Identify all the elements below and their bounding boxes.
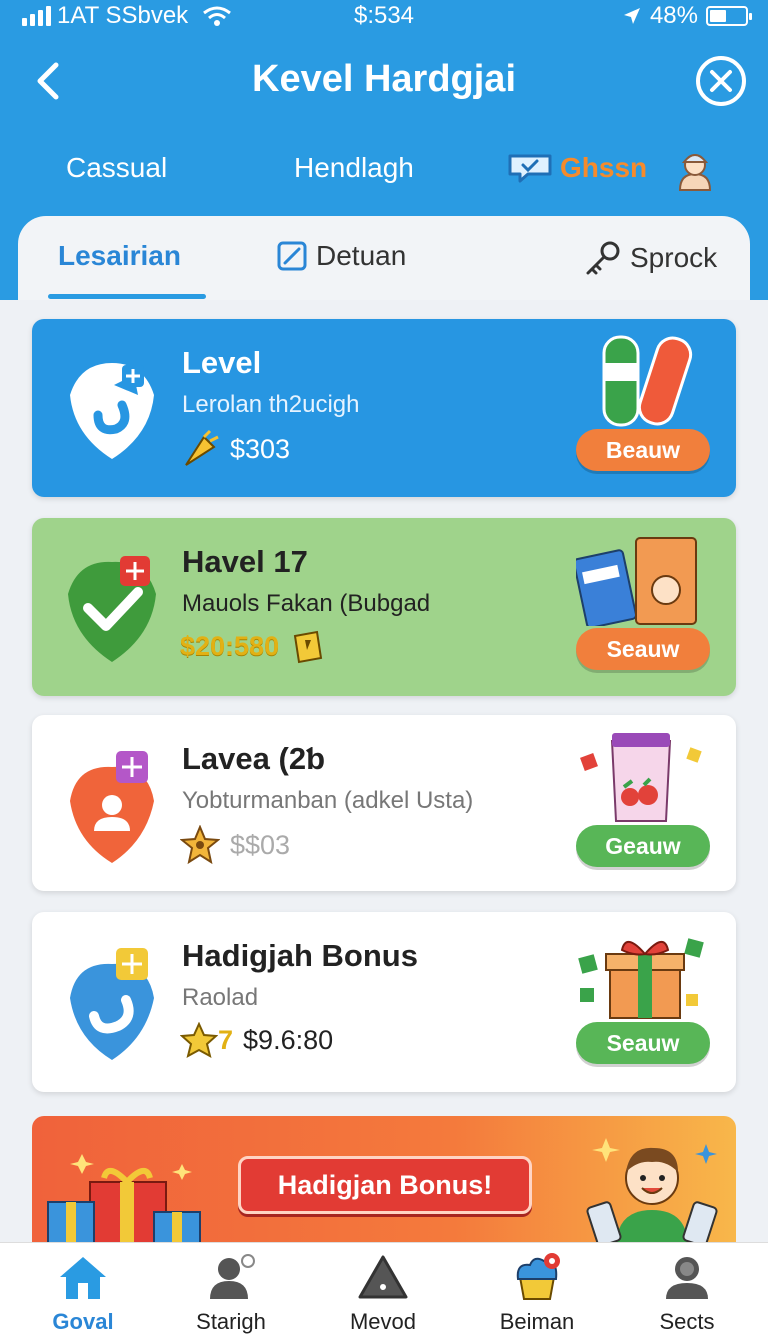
cone-icon xyxy=(185,429,219,466)
books-icon xyxy=(576,537,697,626)
home-icon xyxy=(60,1257,106,1299)
tab-sprock-label: Sprock xyxy=(630,242,718,273)
close-circle-icon xyxy=(696,56,746,106)
card-subtitle: Lerolan th2ucigh xyxy=(182,391,360,418)
card-reward-value: $20:580 xyxy=(180,630,280,661)
page-title: Kevel Hardgjai xyxy=(252,58,516,100)
tab-detuan-label: Detuan xyxy=(316,240,407,271)
battery-percent: 48% xyxy=(649,2,698,29)
claim-button[interactable]: Seauw xyxy=(576,1022,710,1064)
card-title: Lavea (2ƅ xyxy=(182,741,326,776)
category-hendlagh[interactable]: Hendlagh xyxy=(294,152,414,184)
status-bar: 1AT SSbvek $:534 48% xyxy=(0,0,768,32)
reward-card-lavea[interactable]: Lavea (2ƅ Yobturmanban (adkel Usta) $$03… xyxy=(32,715,736,891)
chat-check-icon xyxy=(508,154,552,183)
reward-card-level[interactable]: Level Lerolan th2ucigh $303 Beauw xyxy=(32,319,736,497)
edit-square-icon xyxy=(277,241,307,271)
card-reward-value: $9.6:80 xyxy=(243,1024,334,1055)
cupcake-icon xyxy=(516,1253,560,1300)
person-icon xyxy=(210,1254,255,1299)
claim-button[interactable]: Seauw xyxy=(576,628,710,670)
user-shield-icon xyxy=(70,751,154,863)
bonus-banner-button[interactable]: Hadigjan Bonus! xyxy=(238,1156,532,1214)
location-arrow-icon xyxy=(623,8,640,24)
claim-button[interactable]: Geauw xyxy=(576,825,710,867)
star-icon xyxy=(180,1022,218,1058)
gift-box-icon xyxy=(578,938,704,1019)
nav-label: Beiman xyxy=(499,1309,575,1334)
card-subtitle: Yobturmanban (adkel Usta) xyxy=(182,787,474,814)
user-avatar-icon[interactable] xyxy=(672,146,718,192)
nav-label: Sects xyxy=(659,1309,715,1334)
nav-item-goval[interactable]: Goval xyxy=(8,1253,158,1335)
triangle-icon xyxy=(358,1255,408,1299)
category-casual[interactable]: Cassual xyxy=(66,152,167,184)
key-icon xyxy=(586,241,620,275)
app-header: 1AT SSbvek $:534 48% Kevel Hardgjai Cass… xyxy=(0,0,768,300)
nav-item-sects[interactable]: Sects xyxy=(612,1253,762,1335)
reward-card-havel[interactable]: Havel 17 Mauols Fakan (Bubgad $20:580 Se… xyxy=(32,518,736,696)
card-reward-value: $$03 xyxy=(230,829,291,860)
card-subtitle: Mauols Fakan (Bubgad xyxy=(182,590,431,617)
card-title: Havel 17 xyxy=(182,544,308,579)
bottles-icon xyxy=(602,335,693,427)
reward-card-bonus[interactable]: Hadigjah Bonus Raolad 7 $9.6:80 Seauw xyxy=(32,912,736,1092)
card-subtitle: Raolad xyxy=(182,984,259,1011)
claim-button[interactable]: Beauw xyxy=(576,429,710,471)
card-reward: $$03 xyxy=(180,825,290,865)
close-button[interactable] xyxy=(694,54,748,108)
card-title: Level xyxy=(182,345,262,380)
active-tab-indicator xyxy=(48,294,206,299)
card-reward-value: $303 xyxy=(230,433,291,464)
chevron-left-icon xyxy=(37,62,59,100)
bottom-navigation: Goval Starigh Mevod Beiman Sects xyxy=(0,1242,768,1344)
bonus-banner[interactable]: Hadigjan Bonus! xyxy=(32,1116,736,1248)
tab-bar: Lesairian Detuan Sprock xyxy=(18,216,750,300)
nav-label: Starigh xyxy=(196,1309,266,1334)
shield-badge-icon xyxy=(70,948,154,1060)
shield-badge-icon xyxy=(70,363,154,459)
tab-lesairian-label: Lesairian xyxy=(58,240,181,271)
tab-detuan[interactable]: Detuan xyxy=(276,240,406,272)
check-shield-icon xyxy=(68,556,156,662)
card-reward: $20:580 xyxy=(180,628,325,664)
card-reward: $303 xyxy=(180,429,290,469)
battery-icon xyxy=(706,6,752,26)
star-cookie-icon xyxy=(180,825,220,865)
nav-label: Mevod xyxy=(349,1309,417,1334)
card-reward: 7 $9.6:80 xyxy=(180,1022,333,1058)
back-button[interactable] xyxy=(24,56,74,106)
category-ghssn[interactable]: Ghssn xyxy=(506,152,647,184)
profile-icon xyxy=(666,1257,708,1299)
snack-jar-icon xyxy=(580,733,702,822)
coin-icon xyxy=(293,630,323,664)
nav-label: Goval xyxy=(52,1309,114,1334)
card-title: Hadigjah Bonus xyxy=(182,938,418,973)
category-ghssn-label: Ghssn xyxy=(560,152,648,183)
nav-item-beiman[interactable]: Beiman xyxy=(462,1253,612,1335)
card-reward-prefix: 7 xyxy=(218,1024,234,1055)
kid-with-phones-icon xyxy=(586,1138,718,1248)
tab-lesairian[interactable]: Lesairian xyxy=(58,240,181,272)
nav-item-mevod[interactable]: Mevod xyxy=(308,1253,458,1335)
tab-sprock[interactable]: Sprock xyxy=(584,240,717,276)
gifts-icon xyxy=(47,1154,201,1248)
nav-item-starigh[interactable]: Starigh xyxy=(156,1253,306,1335)
